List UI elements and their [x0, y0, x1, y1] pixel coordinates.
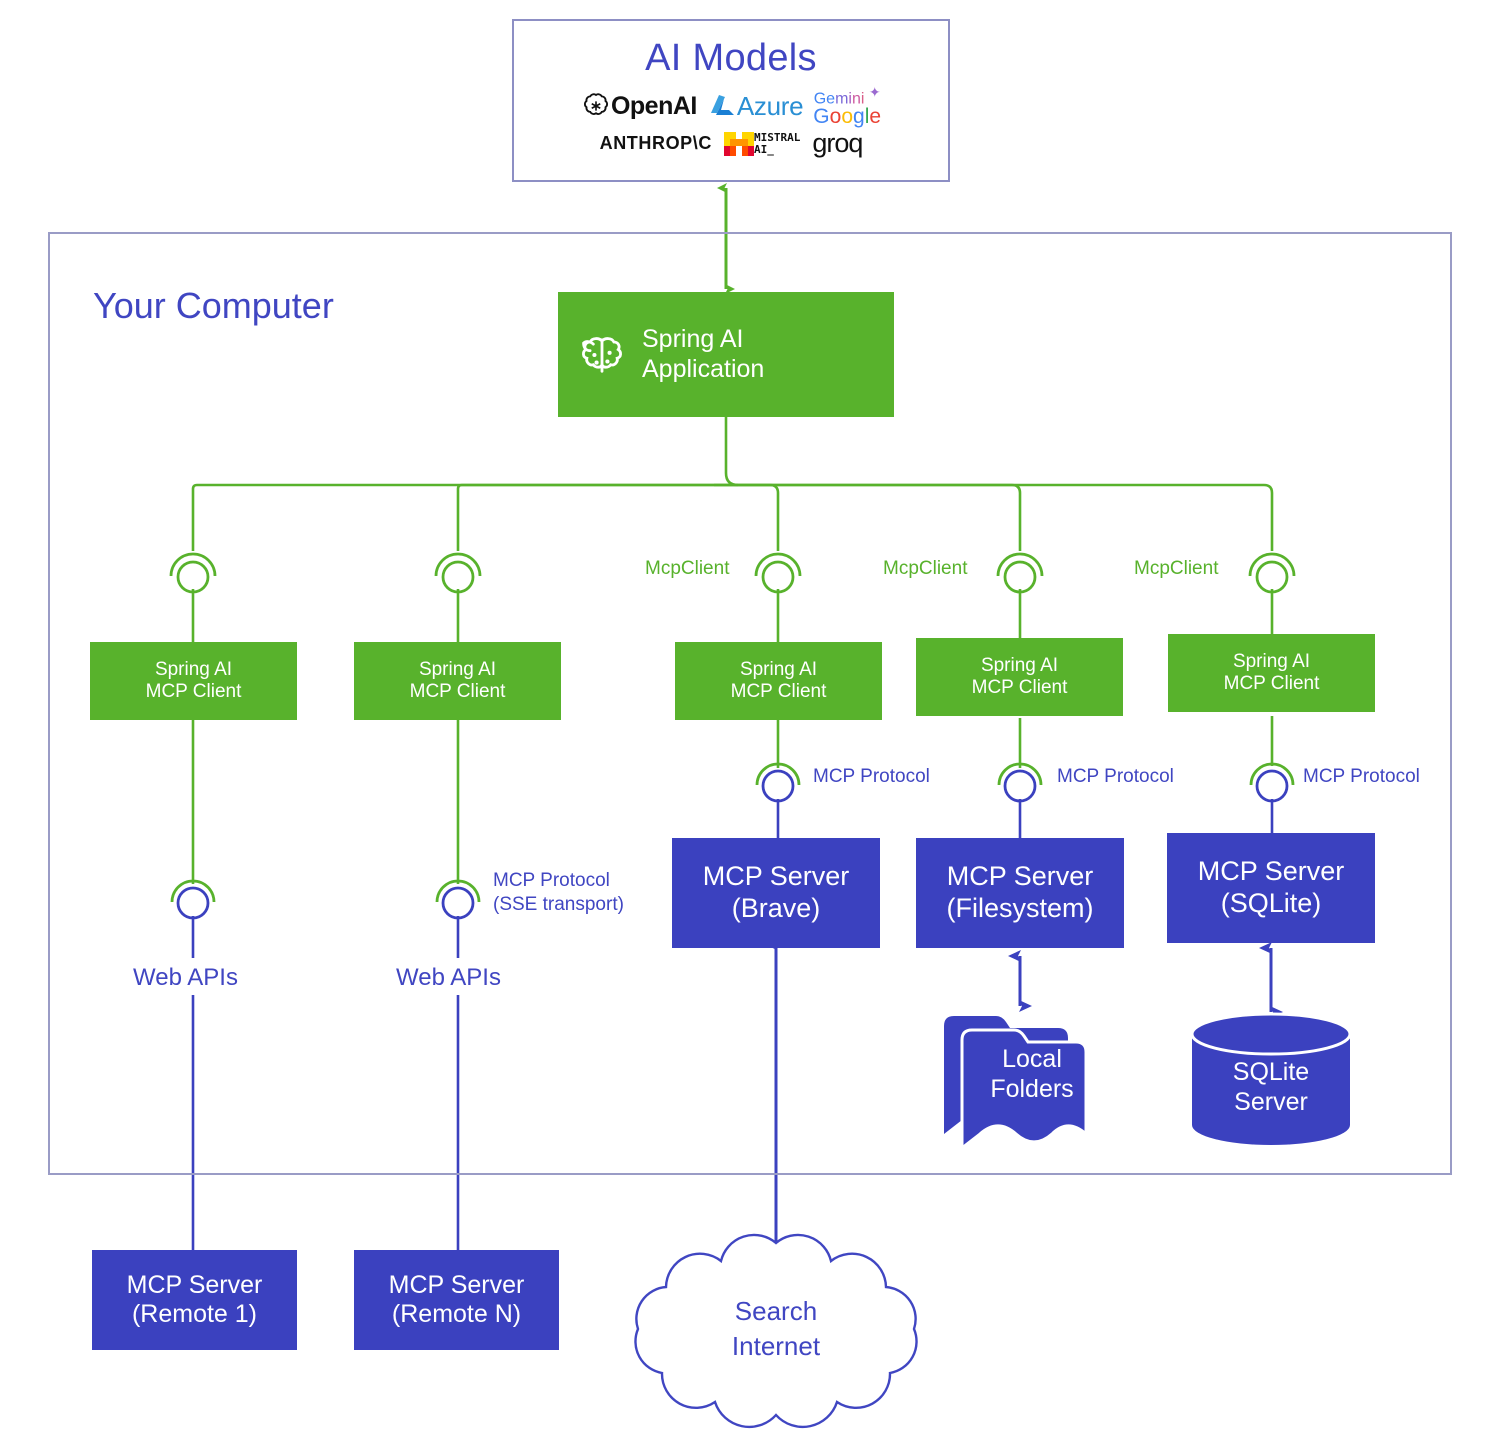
gemini-wordmark: Gemini ✦ — [813, 84, 881, 108]
mcp-client-5[interactable]: Spring AI MCP Client — [1168, 634, 1375, 712]
openai-label: OpenAI — [610, 91, 697, 120]
mcp-protocol-label-sqlite: MCP Protocol — [1303, 766, 1420, 787]
web-apis-label-1: Web APIs — [133, 964, 238, 991]
mcpclient-label-3: McpClient — [645, 558, 730, 579]
mistral-label: MISTRAL AI_ — [754, 130, 801, 156]
mcp-protocol-label-filesystem: MCP Protocol — [1057, 766, 1174, 787]
mcpclient-label-4: McpClient — [883, 558, 968, 579]
spring-ai-application-label: Spring AI Application — [642, 325, 765, 383]
mcp-server-sqlite[interactable]: MCP Server (SQLite) — [1167, 833, 1375, 943]
search-internet-label: Search Internet — [731, 1295, 821, 1361]
mcp-client-2[interactable]: Spring AI MCP Client — [354, 642, 561, 720]
web-apis-label-2: Web APIs — [396, 964, 501, 991]
mcp-client-4[interactable]: Spring AI MCP Client — [916, 638, 1123, 716]
openai-icon — [583, 93, 608, 116]
your-computer-label: Your Computer — [93, 285, 334, 326]
mcp-protocol-label-brave: MCP Protocol — [813, 766, 930, 787]
mcp-client-1[interactable]: Spring AI MCP Client — [90, 642, 297, 720]
ai-models-panel: AI Models OpenAI Azure Gemini ✦ Google A… — [512, 19, 950, 182]
mcp-server-remote-1[interactable]: MCP Server (Remote 1) — [92, 1250, 297, 1350]
groq-logo: groq — [812, 128, 863, 159]
groq-label: groq — [812, 128, 863, 159]
mcp-protocol-sse-label: MCP Protocol (SSE transport) — [493, 870, 624, 915]
mistral-icon — [724, 131, 754, 156]
diagram-canvas: AI Models OpenAI Azure Gemini ✦ Google A… — [0, 0, 1500, 1435]
local-folders-label: Local Folders — [990, 1044, 1074, 1103]
openai-logo: OpenAI — [581, 91, 697, 121]
anthropic-label: ANTHROP\C — [599, 133, 712, 154]
mcp-server-filesystem[interactable]: MCP Server (Filesystem) — [916, 838, 1124, 948]
mcp-client-3[interactable]: Spring AI MCP Client — [675, 642, 882, 720]
ai-models-title: AI Models — [645, 37, 817, 79]
local-folders-node[interactable]: Local Folders — [940, 1008, 1102, 1145]
azure-icon — [710, 94, 734, 115]
ai-models-logo-row-top: OpenAI Azure Gemini ✦ Google — [514, 84, 948, 129]
mcp-server-remote-n[interactable]: MCP Server (Remote N) — [354, 1250, 559, 1350]
sqlite-db-label: SQLite Server — [1232, 1057, 1310, 1116]
sqlite-db-node[interactable]: SQLite Server — [1192, 1014, 1350, 1145]
ai-models-logo-row-bottom: ANTHROP\C MISTRAL AI_ groq — [514, 128, 948, 159]
google-wordmark: Google — [813, 105, 882, 129]
mistral-logo: MISTRAL AI_ — [724, 130, 800, 158]
mcpclient-label-5: McpClient — [1134, 558, 1219, 579]
azure-logo: Azure — [707, 90, 804, 122]
azure-label: Azure — [736, 90, 804, 121]
mcp-server-brave[interactable]: MCP Server (Brave) — [672, 838, 880, 948]
spring-ai-application-node[interactable]: Spring AI Application — [558, 292, 894, 417]
anthropic-logo: ANTHROP\C — [600, 133, 712, 154]
gemini-logo: Gemini ✦ Google — [813, 84, 882, 129]
search-internet-node[interactable]: Search Internet — [624, 1239, 928, 1419]
brain-leaf-icon — [582, 336, 622, 373]
